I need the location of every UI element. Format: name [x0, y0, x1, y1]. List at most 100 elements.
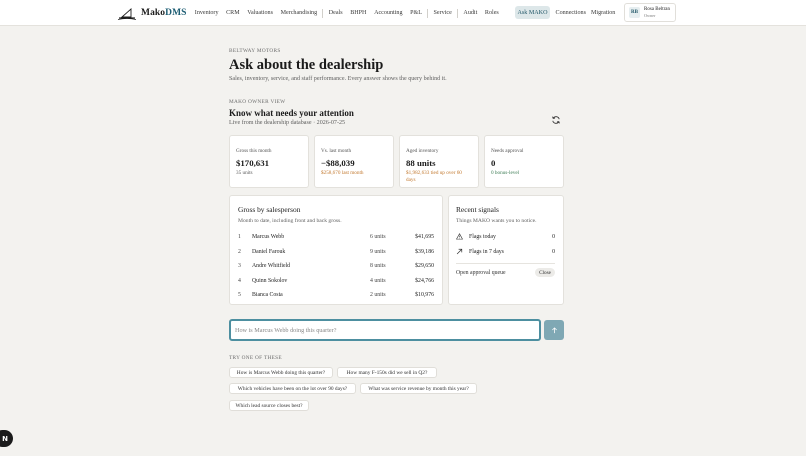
refresh-icon[interactable]: [551, 115, 561, 125]
arrow-up-icon: [551, 326, 557, 333]
salesperson-gross: $10,976: [415, 292, 434, 298]
salesperson-rank: 4: [238, 277, 241, 284]
salesperson-name: Andre Whitfield: [252, 263, 291, 269]
salesperson-row[interactable]: 4 Quinn Sokolov 4 units $24,766: [238, 275, 434, 290]
suggestion-chip[interactable]: How many F-150s did we sell in Q2?: [337, 367, 437, 378]
salesperson-name: Daniel Farouk: [252, 248, 286, 255]
kpi-card-vs-last-month[interactable]: Vs. last month −$88,039 $258,670 last mo…: [314, 135, 394, 188]
user-menu[interactable]: RB Rosa Beltran Owner: [624, 3, 676, 22]
salesperson-gross: $39,186: [415, 248, 434, 255]
nav-audit[interactable]: Audit: [460, 10, 481, 16]
nav-service[interactable]: Service: [430, 10, 456, 16]
nav-divider: [427, 8, 429, 18]
salesperson-list: 1 Marcus Webb 6 units $41,695 2 Daniel F…: [238, 231, 434, 304]
owner-view-kicker: MAKO OWNER VIEW: [229, 99, 286, 105]
open-approval-queue-link[interactable]: Open approval queue: [456, 270, 506, 276]
user-info: Rosa Beltran Owner: [644, 7, 670, 19]
nav-pnl[interactable]: P&L: [406, 10, 425, 16]
nav-valuations[interactable]: Valuations: [243, 10, 276, 16]
salesperson-units: 4 units: [370, 277, 386, 284]
signal-label: Flags in 7 days: [469, 248, 504, 255]
nav-connections[interactable]: Connections: [553, 10, 588, 16]
nav-deals[interactable]: Deals: [325, 10, 346, 16]
suggestions-kicker: TRY ONE OF THESE: [229, 355, 282, 361]
warning-icon: [456, 233, 463, 240]
nav-inventory[interactable]: Inventory: [191, 10, 222, 16]
kpi-label: Gross this month: [236, 148, 272, 154]
kpi-note: $258,670 last month: [321, 170, 364, 176]
top-navigation-bar: MakoDMS Inventory CRM Valuations Merchan…: [0, 0, 806, 26]
close-button[interactable]: Close: [535, 268, 555, 277]
nav-crm[interactable]: CRM: [222, 10, 243, 16]
panel-title: Recent signals: [456, 205, 499, 214]
panel-title: Gross by salesperson: [238, 205, 301, 214]
user-name: Rosa Beltran: [644, 6, 670, 12]
suggestion-chip[interactable]: Which lead source closes best?: [229, 400, 309, 411]
kpi-value: 88 units: [406, 158, 436, 168]
salesperson-rank: 5: [238, 292, 241, 298]
kpi-card-needs-approval[interactable]: Needs approval 0 0 bonus-level: [484, 135, 564, 188]
salesperson-units: 8 units: [370, 263, 386, 269]
gross-by-salesperson-panel: Gross by salesperson Month to date, incl…: [229, 195, 443, 305]
salesperson-row[interactable]: 2 Daniel Farouk 9 units $39,186: [238, 246, 434, 261]
salesperson-gross: $29,650: [415, 263, 434, 269]
signal-value: 0: [552, 248, 555, 255]
suggestion-chip[interactable]: What was service revenue by month this y…: [360, 383, 477, 394]
page-subtitle: Sales, inventory, service, and staff per…: [229, 76, 447, 82]
salesperson-row[interactable]: 1 Marcus Webb 6 units $41,695: [238, 231, 434, 246]
salesperson-units: 9 units: [370, 248, 386, 255]
signal-label: Flags today: [469, 234, 496, 240]
salesperson-rank: 1: [238, 234, 241, 240]
signal-row-flags-7-days[interactable]: Flags in 7 days 0: [456, 246, 555, 261]
live-status: Live from the dealership database · 2026…: [229, 120, 346, 126]
question-input[interactable]: [235, 326, 539, 334]
salesperson-units: 2 units: [370, 292, 386, 298]
kpi-value: $170,631: [236, 158, 269, 168]
salesperson-name: Quinn Sokolov: [252, 277, 288, 284]
send-button[interactable]: [544, 320, 564, 340]
nav-divider: [322, 8, 324, 18]
dealership-name: BELTWAY MOTORS: [229, 48, 281, 54]
salesperson-row[interactable]: 3 Andre Whitfield 8 units $29,650: [238, 260, 434, 275]
suggestion-chip[interactable]: Which vehicles have been on the lot over…: [229, 383, 356, 394]
nav-bhph[interactable]: BHPH: [346, 10, 370, 16]
kpi-label: Needs approval: [491, 148, 524, 154]
owner-view-title: Know what needs your attention: [229, 108, 354, 118]
salesperson-rank: 3: [238, 263, 241, 269]
nav-merchandising[interactable]: Merchandising: [277, 10, 321, 16]
kpi-label: Vs. last month: [321, 148, 352, 154]
query-box: [229, 319, 541, 341]
nav-divider: [457, 8, 459, 18]
dev-badge[interactable]: N: [0, 430, 13, 447]
approval-queue-row: Open approval queue Close: [456, 268, 555, 280]
nav-roles[interactable]: Roles: [481, 10, 502, 16]
nav-migration[interactable]: Migration: [588, 10, 617, 16]
salesperson-row[interactable]: 5 Bianca Costa 2 units $10,976: [238, 289, 434, 304]
kpi-card-gross[interactable]: Gross this month $170,631 35 units: [229, 135, 309, 188]
kpi-note: 35 units: [236, 170, 253, 176]
salesperson-name: Bianca Costa: [252, 292, 283, 298]
kpi-note: $1,982,633 tied up over 60 days: [406, 170, 462, 183]
brand-name: MakoDMS: [141, 8, 187, 18]
salesperson-rank: 2: [238, 248, 241, 255]
salesperson-gross: $24,766: [415, 277, 434, 284]
signal-value: 0: [552, 234, 555, 240]
kpi-value: 0: [491, 158, 496, 168]
avatar: RB: [629, 7, 640, 18]
salesperson-units: 6 units: [370, 234, 386, 240]
ask-mako-button[interactable]: Ask MAKO: [515, 6, 550, 19]
kpi-label: Aged inventory: [406, 148, 439, 154]
panel-subtitle: Things MAKO wants you to notice.: [456, 218, 537, 224]
signal-row-flags-today[interactable]: Flags today 0: [456, 231, 555, 246]
brand-logo[interactable]: MakoDMS: [117, 5, 187, 21]
sailboat-logo-icon: [117, 7, 137, 20]
recent-signals-panel: Recent signals Things MAKO wants you to …: [448, 195, 564, 305]
kpi-card-aged-inventory[interactable]: Aged inventory 88 units $1,982,633 tied …: [399, 135, 479, 188]
nav-accounting[interactable]: Accounting: [370, 10, 406, 16]
salesperson-name: Marcus Webb: [252, 234, 285, 240]
arrow-up-right-icon: [456, 248, 463, 254]
suggestion-chip[interactable]: How is Marcus Webb doing this quarter?: [229, 367, 333, 378]
salesperson-gross: $41,695: [415, 234, 434, 240]
signals-list: Flags today 0 Flags in 7 days 0: [456, 231, 555, 260]
page-title: Ask about the dealership: [229, 57, 384, 73]
